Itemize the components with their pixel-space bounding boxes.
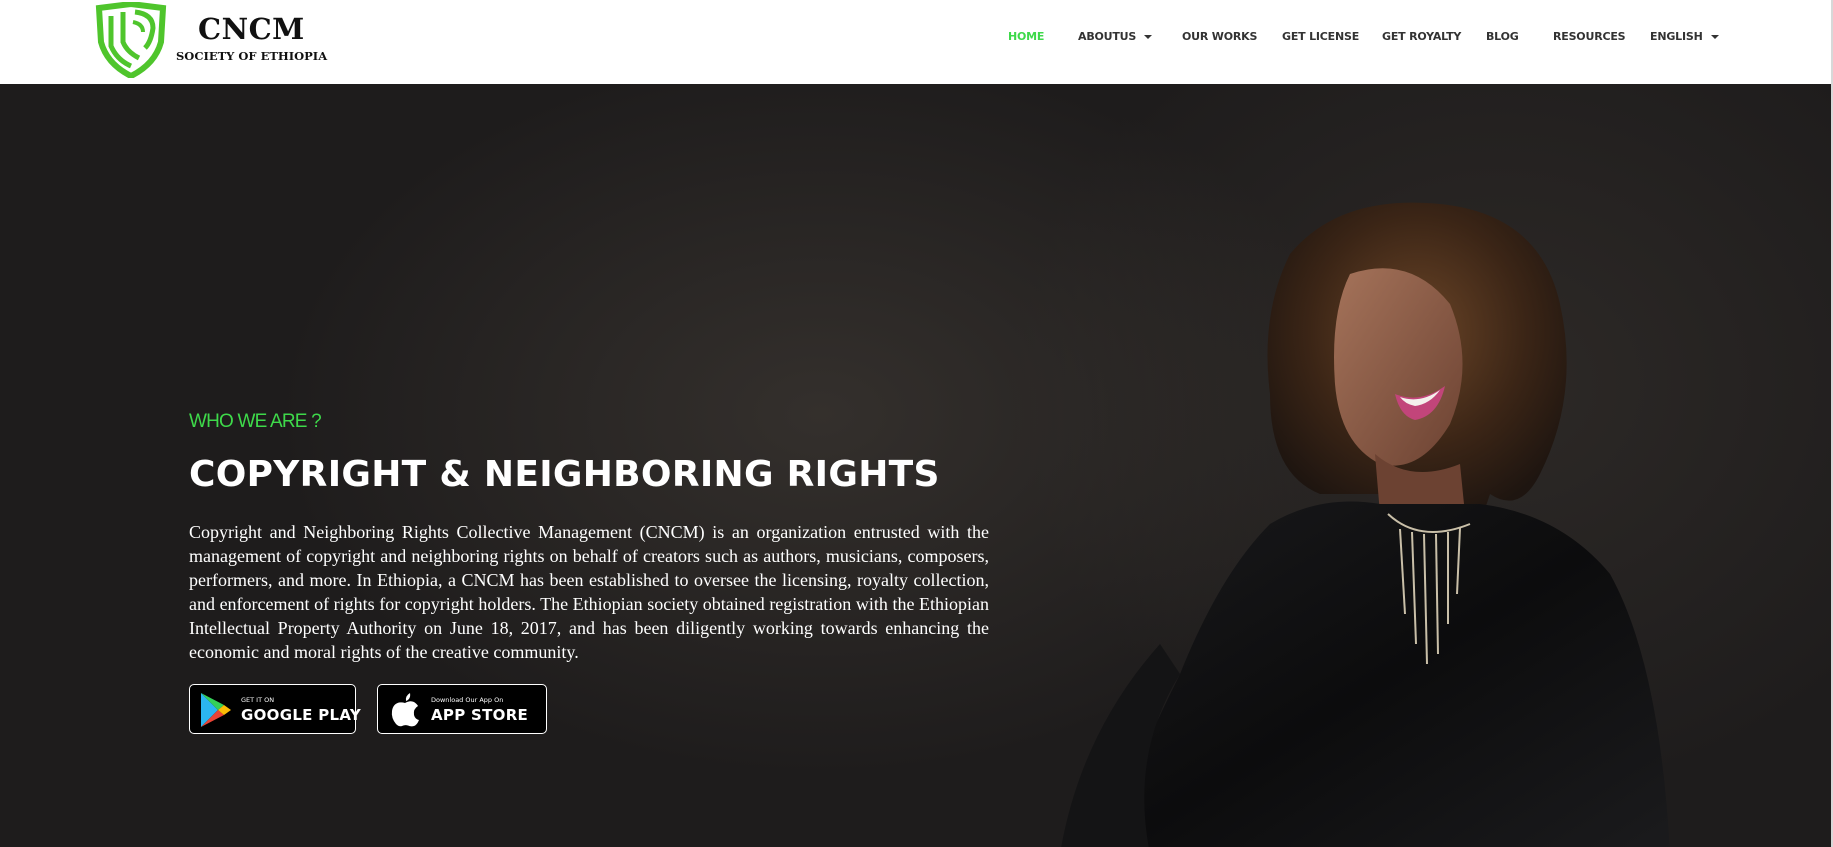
nav-blog[interactable]: BLOG [1486, 30, 1519, 43]
hero-section: WHO WE ARE ? COPYRIGHT & NEIGHBORING RIG… [0, 84, 1831, 847]
hero-headline: COPYRIGHT & NEIGHBORING RIGHTS [189, 454, 940, 495]
app-store-small-text: Download Our App On [431, 696, 504, 704]
app-store-button[interactable]: Download Our App On APP STORE [377, 684, 547, 734]
nav-language-label: ENGLISH [1650, 30, 1703, 43]
chevron-down-icon [1710, 35, 1719, 39]
google-play-button[interactable]: GET IT ON GOOGLE PLAY [189, 684, 361, 734]
nav-about-us-label: ABOUTUS [1078, 30, 1137, 43]
site-header: CNCM SOCIETY OF ETHIOPIA HOME ABOUTUS OU… [0, 0, 1833, 84]
nav-home[interactable]: HOME [1008, 30, 1044, 43]
app-store-big-text: APP STORE [431, 706, 529, 724]
google-play-icon [201, 693, 231, 727]
nav-resources[interactable]: RESOURCES [1553, 30, 1626, 43]
nav-about-us[interactable]: ABOUTUS [1078, 30, 1153, 43]
google-play-small-text: GET IT ON [241, 696, 275, 704]
hero-description: Copyright and Neighboring Rights Collect… [189, 522, 989, 662]
hero-portrait-image [1061, 202, 1670, 847]
chevron-down-icon [1144, 35, 1153, 39]
hero-eyebrow: WHO WE ARE ? [189, 411, 322, 432]
brand-subtitle: SOCIETY OF ETHIOPIA [176, 49, 328, 63]
google-play-big-text: GOOGLE PLAY [241, 706, 362, 724]
apple-icon [391, 693, 419, 727]
nav-get-royalty[interactable]: GET ROYALTY [1382, 30, 1461, 43]
nav-get-license[interactable]: GET LICENSE [1282, 30, 1359, 43]
main-nav: HOME ABOUTUS OUR WORKS GET LICENSE GET R… [0, 30, 1833, 46]
nav-our-works[interactable]: OUR WORKS [1182, 30, 1257, 43]
nav-language[interactable]: ENGLISH [1650, 30, 1719, 43]
